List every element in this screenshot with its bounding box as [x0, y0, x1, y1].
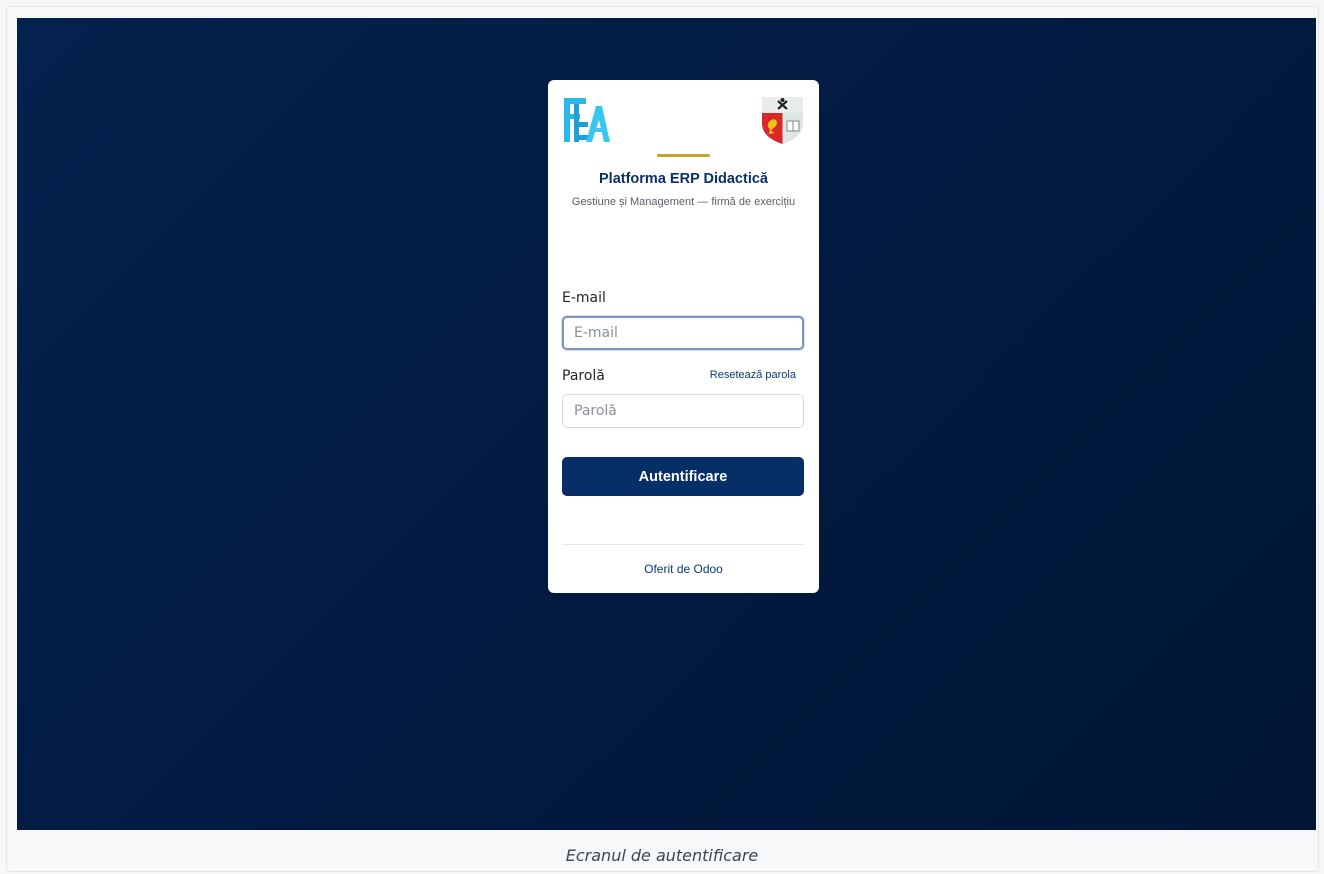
faculty-logo-icon: [564, 98, 610, 142]
login-screen-background: Platforma ERP Didactică Gestiune și Mana…: [17, 18, 1316, 830]
powered-by-odoo-link[interactable]: Oferit de Odoo: [548, 562, 819, 576]
password-input[interactable]: [562, 394, 804, 428]
page-title: Platforma ERP Didactică: [599, 171, 768, 187]
footer-divider: [562, 544, 804, 545]
title-accent-rule: [657, 154, 710, 157]
university-crest-icon: [762, 97, 803, 144]
login-button[interactable]: Autentificare: [562, 457, 804, 496]
page-subtitle: Gestiune și Management — firmă de exerci…: [571, 196, 796, 208]
login-card: Platforma ERP Didactică Gestiune și Mana…: [548, 80, 819, 593]
email-input[interactable]: [562, 316, 804, 350]
reset-password-link[interactable]: Resetează parola: [710, 369, 796, 381]
email-label: E-mail: [562, 290, 606, 306]
figure-caption: Ecranul de autentificare: [565, 846, 759, 865]
password-label: Parolă: [562, 368, 605, 384]
